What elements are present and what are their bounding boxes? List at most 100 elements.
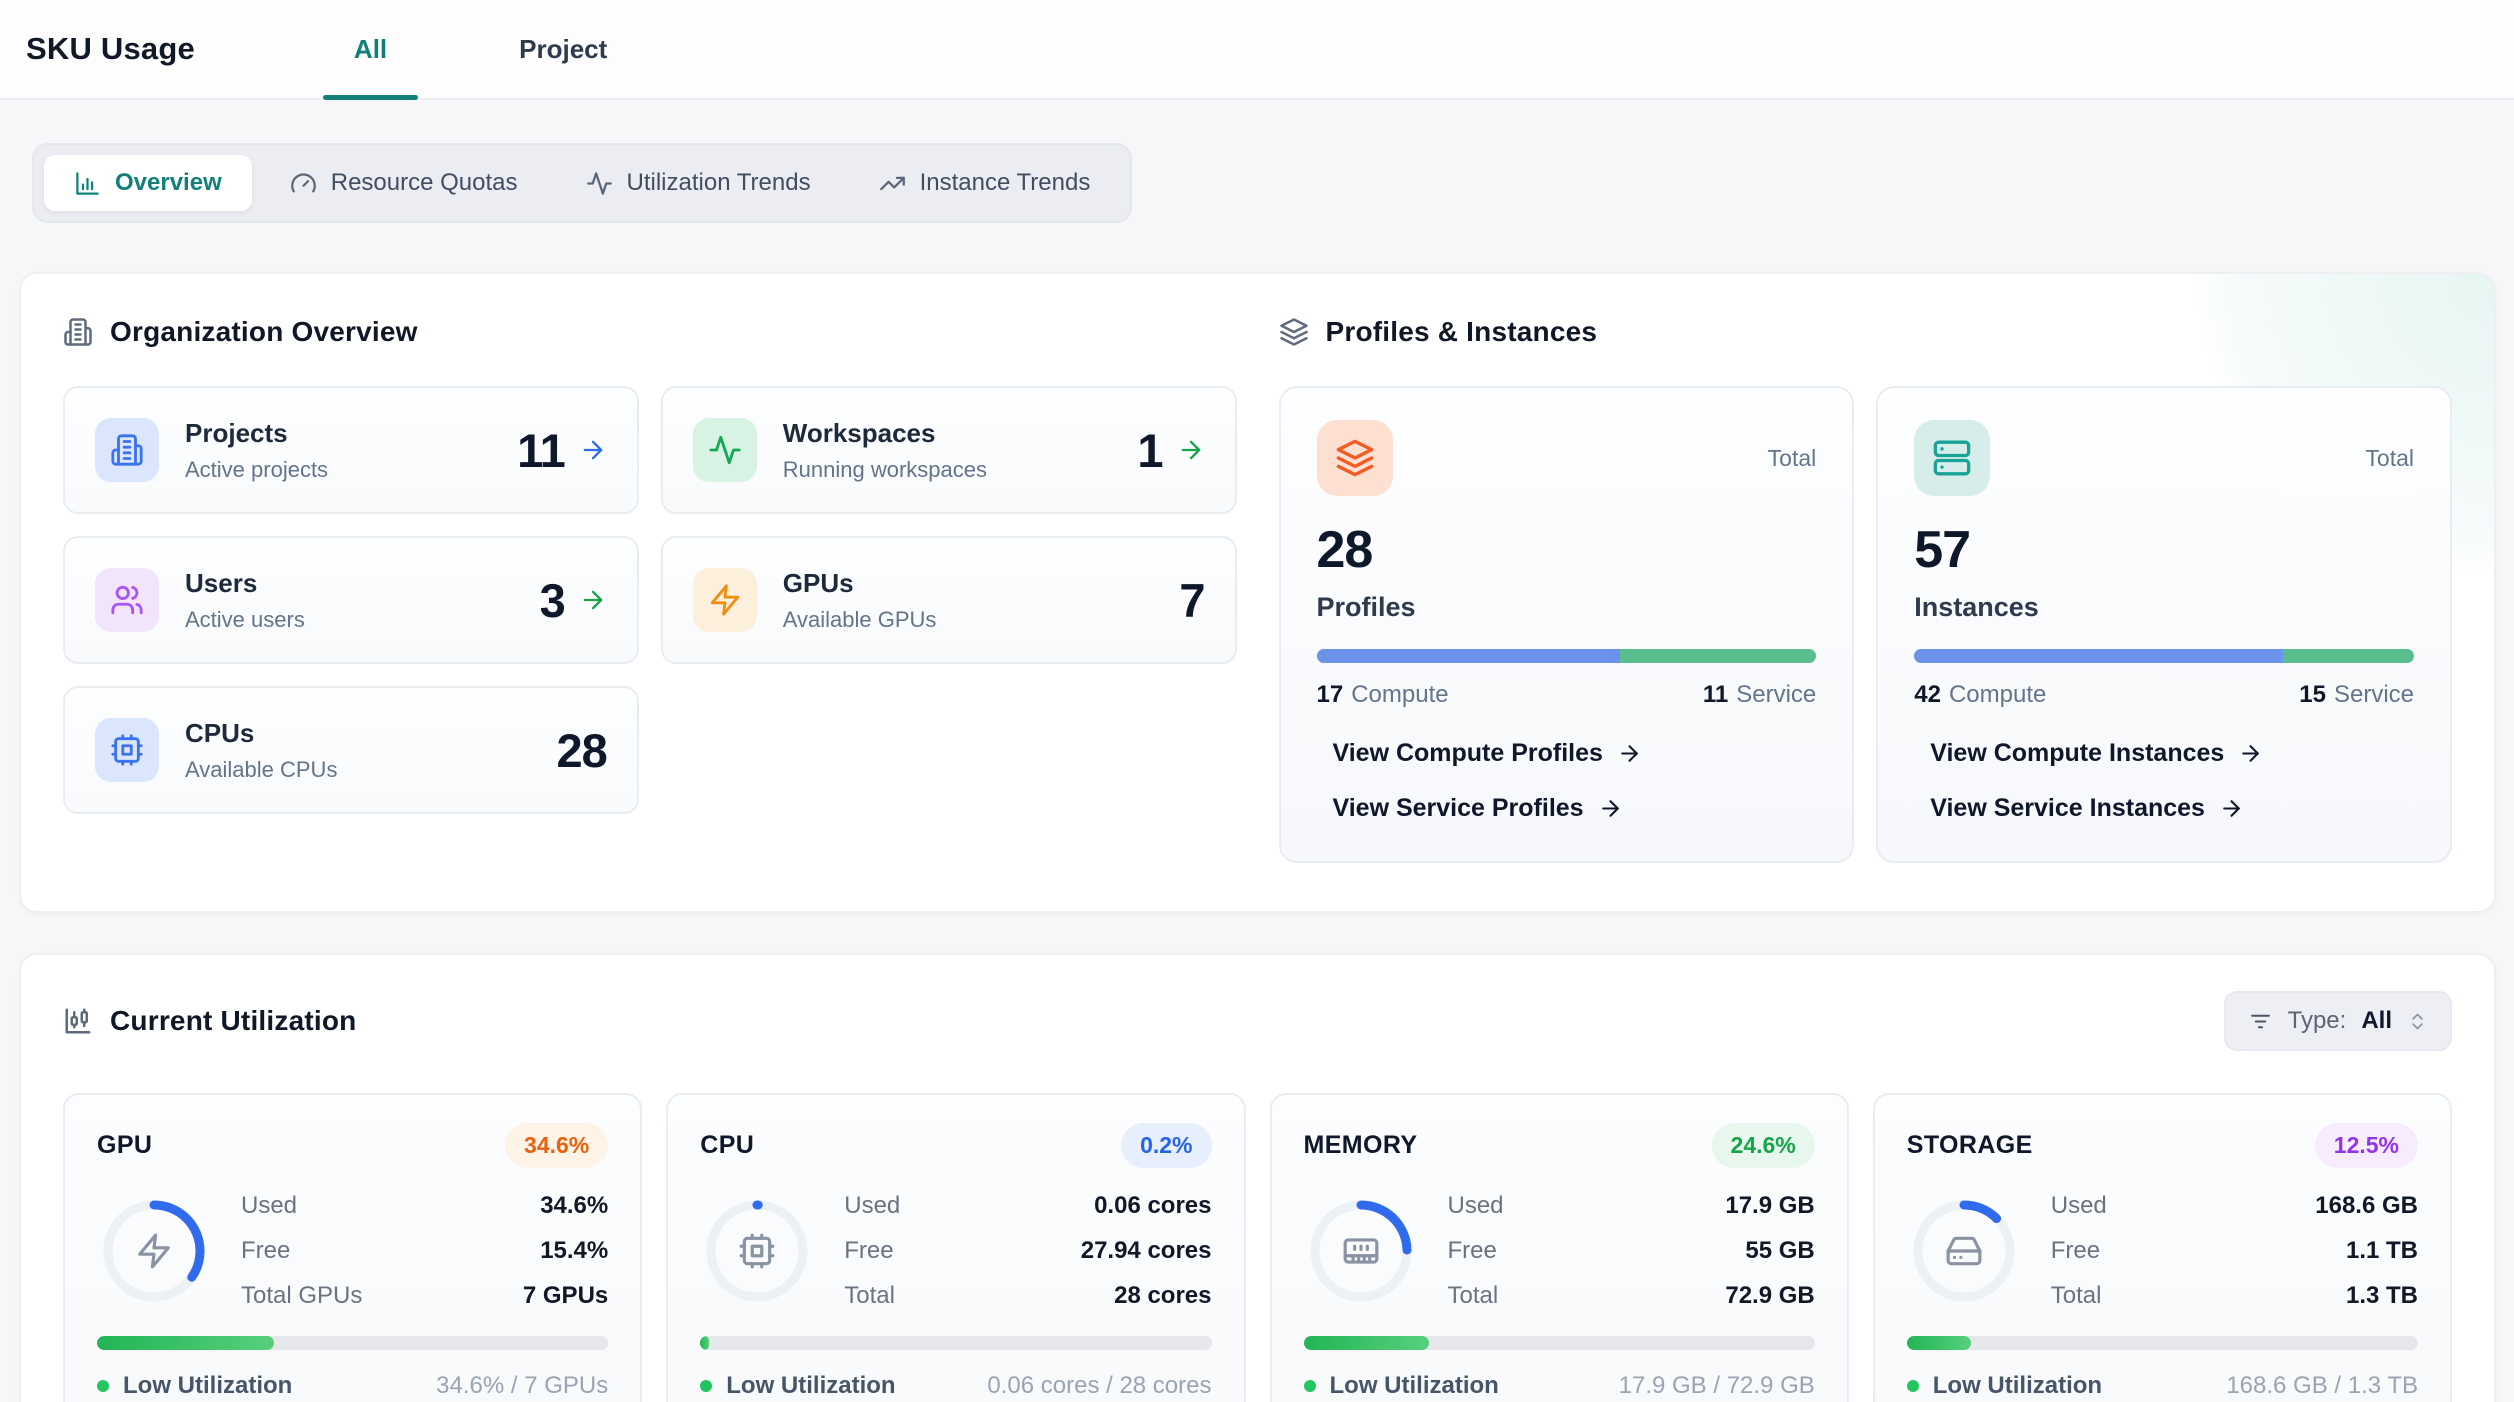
- tab-project[interactable]: Project: [488, 0, 638, 98]
- utilization-badge: 0.2%: [1121, 1123, 1211, 1168]
- gauge-icon: [290, 170, 317, 197]
- stat-value: 27.94 cores: [1081, 1237, 1212, 1265]
- status-dot: [97, 1380, 109, 1392]
- view-service-instances-link[interactable]: View Service Instances: [1930, 794, 2414, 823]
- profiles-instances-section: Profiles & Instances Total 28 Profiles: [1279, 316, 2453, 863]
- view-compute-profiles-link[interactable]: View Compute Profiles: [1333, 739, 1817, 768]
- subtab-resource-quotas[interactable]: Resource Quotas: [260, 155, 548, 211]
- section-title: Profiles & Instances: [1326, 316, 1598, 348]
- type-filter-select[interactable]: Type: All: [2224, 991, 2452, 1051]
- view-service-profiles-link[interactable]: View Service Profiles: [1333, 794, 1817, 823]
- usage-detail: 0.06 cores / 28 cores: [987, 1372, 1211, 1400]
- projects-card[interactable]: Projects Active projects 11: [63, 386, 639, 514]
- card-title: GPUs: [783, 568, 937, 599]
- organization-overview-section: Organization Overview Projects Active pr…: [63, 316, 1237, 863]
- subtab-resource-quotas-label: Resource Quotas: [331, 169, 518, 197]
- tab-all[interactable]: All: [323, 0, 418, 98]
- stat-label: Free: [844, 1237, 893, 1265]
- stat-value: 72.9 GB: [1725, 1282, 1814, 1310]
- card-subtitle: Active users: [185, 607, 305, 633]
- storage-gauge: [1907, 1194, 2021, 1308]
- stat-label: Used: [1448, 1192, 1504, 1220]
- layers-icon: [1335, 438, 1375, 478]
- arrow-right-icon: [2238, 741, 2263, 766]
- stat-value: 0.06 cores: [1094, 1192, 1211, 1220]
- card-value: 7: [1179, 573, 1204, 628]
- stat-value: 7 GPUs: [523, 1282, 608, 1310]
- bar-chart-icon: [74, 170, 101, 197]
- stat-label: Total: [844, 1282, 895, 1310]
- status-text: Low Utilization: [123, 1372, 292, 1400]
- stat-label: Used: [2051, 1192, 2107, 1220]
- tab-all-label: All: [354, 34, 387, 65]
- progress-track: [97, 1336, 608, 1350]
- zap-icon: [97, 1194, 211, 1308]
- card-value: 3: [540, 573, 565, 628]
- instances-split-bar: [1914, 649, 2414, 663]
- link-label: View Service Profiles: [1333, 794, 1584, 823]
- workspaces-card[interactable]: Workspaces Running workspaces 1: [661, 386, 1237, 514]
- gpus-tile: [693, 568, 757, 632]
- storage-utilization-card: STORAGE 12.5% Used168.6 GB Free1.1 TB To…: [1873, 1093, 2452, 1402]
- subtab-instance-trends[interactable]: Instance Trends: [849, 155, 1121, 211]
- subtab-overview[interactable]: Overview: [44, 155, 252, 211]
- card-title: CPU: [700, 1131, 754, 1160]
- service-segment: [2283, 649, 2414, 663]
- usage-detail: 34.6% / 7 GPUs: [436, 1372, 608, 1400]
- stat-value: 168.6 GB: [2315, 1192, 2418, 1220]
- progress-track: [1907, 1336, 2418, 1350]
- profiles-card: Total 28 Profiles 17Compute 11Service: [1279, 386, 1855, 863]
- card-subtitle: Available CPUs: [185, 757, 337, 783]
- profiles-total-value: 28: [1317, 520, 1817, 580]
- instances-total-value: 57: [1914, 520, 2414, 580]
- instances-card: Total 57 Instances 42Compute 15Service: [1876, 386, 2452, 863]
- page-title: SKU Usage: [26, 31, 195, 67]
- organization-cards-grid: Projects Active projects 11 Workspaces R…: [63, 386, 1237, 814]
- memory-stick-icon: [1304, 1194, 1418, 1308]
- usage-detail: 17.9 GB / 72.9 GB: [1619, 1372, 1815, 1400]
- workspaces-tile: [693, 418, 757, 482]
- stat-label: Used: [844, 1192, 900, 1220]
- stat-value: 34.6%: [540, 1192, 608, 1220]
- stat-label: Total: [1448, 1282, 1499, 1310]
- overview-panel: Organization Overview Projects Active pr…: [19, 272, 2496, 913]
- projects-tile: [95, 418, 159, 482]
- link-label: View Compute Instances: [1930, 739, 2224, 768]
- card-title: Users: [185, 568, 305, 599]
- stat-value: 1.1 TB: [2346, 1237, 2418, 1265]
- usage-detail: 168.6 GB / 1.3 TB: [2226, 1372, 2418, 1400]
- card-value: 1: [1137, 423, 1162, 478]
- subtab-utilization-trends[interactable]: Utilization Trends: [556, 155, 841, 211]
- building-icon: [63, 317, 93, 347]
- activity-icon: [586, 170, 613, 197]
- cpus-tile: [95, 718, 159, 782]
- view-compute-instances-link[interactable]: View Compute Instances: [1930, 739, 2414, 768]
- stat-label: Free: [2051, 1237, 2100, 1265]
- memory-gauge: [1304, 1194, 1418, 1308]
- compute-count: 17Compute: [1317, 681, 1449, 709]
- instances-tile: [1914, 420, 1990, 496]
- card-subtitle: Active projects: [185, 457, 328, 483]
- scope-tabs: All Project: [323, 0, 638, 98]
- stat-value: 17.9 GB: [1725, 1192, 1814, 1220]
- status-dot: [1907, 1380, 1919, 1392]
- users-card[interactable]: Users Active users 3: [63, 536, 639, 664]
- top-header: SKU Usage All Project: [0, 0, 2514, 100]
- cpu-utilization-card: CPU 0.2% Used0.06 cores Free27.94 cores …: [666, 1093, 1245, 1402]
- gpu-gauge: [97, 1194, 211, 1308]
- utilization-badge: 24.6%: [1712, 1123, 1815, 1168]
- link-label: View Compute Profiles: [1333, 739, 1603, 768]
- card-title: GPU: [97, 1131, 152, 1160]
- cpu-gauge: [700, 1194, 814, 1308]
- users-tile: [95, 568, 159, 632]
- profiles-label: Profiles: [1317, 592, 1817, 623]
- cpu-icon: [700, 1194, 814, 1308]
- chevrons-up-down-icon: [2407, 1011, 2428, 1032]
- stat-value: 1.3 TB: [2346, 1282, 2418, 1310]
- arrow-right-icon: [1617, 741, 1642, 766]
- card-value: 11: [517, 423, 565, 478]
- building-icon: [110, 433, 144, 467]
- status-text: Low Utilization: [1933, 1372, 2102, 1400]
- card-title: Projects: [185, 418, 328, 449]
- filter-icon: [2248, 1009, 2273, 1034]
